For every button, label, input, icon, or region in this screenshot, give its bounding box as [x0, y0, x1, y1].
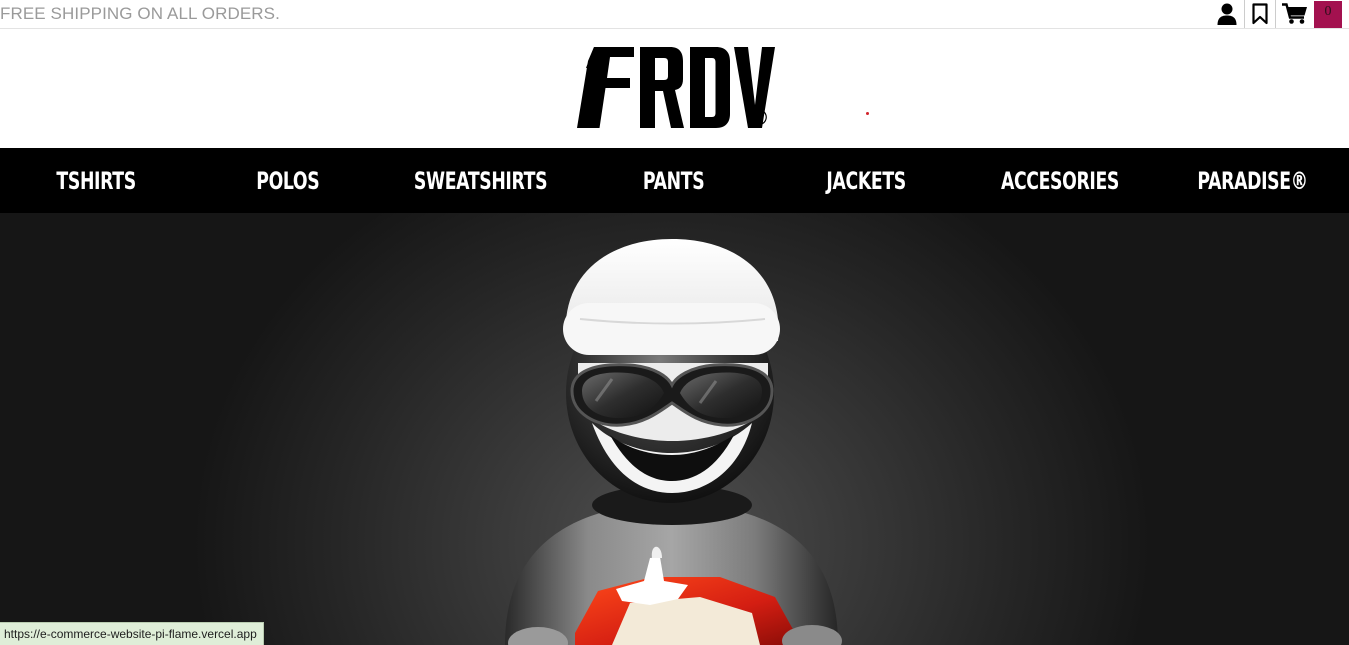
- top-actions: 0: [1210, 0, 1342, 28]
- nav-item-polos[interactable]: POLOS: [191, 148, 384, 213]
- decorative-dot: [866, 112, 869, 115]
- nav-item-jackets[interactable]: JACKETS: [770, 148, 963, 213]
- nav-item-sweatshirts[interactable]: SWEATSHIRTS: [384, 148, 577, 213]
- nav-item-paradise[interactable]: PARADISE®: [1156, 148, 1349, 213]
- nav-item-pants[interactable]: PANTS: [577, 148, 770, 213]
- nav-item-tshirts[interactable]: TSHIRTS: [0, 148, 193, 213]
- brand-logo[interactable]: ®: [576, 45, 776, 133]
- nav-label: TSHIRTS: [56, 166, 137, 195]
- cart-icon[interactable]: [1275, 0, 1314, 28]
- status-bar-url: https://e-commerce-website-pi-flame.verc…: [0, 622, 264, 645]
- user-icon[interactable]: [1210, 0, 1244, 28]
- logo-header: ®: [0, 29, 1349, 148]
- nav-label: POLOS: [255, 166, 320, 195]
- category-nav: TSHIRTS POLOS SWEATSHIRTS PANTS JACKETS …: [0, 148, 1349, 213]
- nav-item-accesories[interactable]: ACCESORIES: [963, 148, 1156, 213]
- bookmark-icon[interactable]: [1244, 0, 1275, 28]
- top-bar: FREE SHIPPING ON ALL ORDERS. 0: [0, 0, 1349, 29]
- nav-label: SWEATSHIRTS: [413, 166, 548, 195]
- hero-character-illustration: [505, 239, 842, 645]
- registered-mark: ®: [751, 105, 768, 130]
- nav-label: ACCESORIES: [1000, 166, 1119, 195]
- promo-banner-text: FREE SHIPPING ON ALL ORDERS.: [0, 4, 280, 23]
- cart-count-badge[interactable]: 0: [1314, 0, 1342, 28]
- hero-banner[interactable]: [0, 213, 1349, 645]
- nav-label: JACKETS: [826, 166, 907, 195]
- nav-label: PANTS: [642, 166, 705, 195]
- nav-label: PARADISE®: [1197, 166, 1308, 195]
